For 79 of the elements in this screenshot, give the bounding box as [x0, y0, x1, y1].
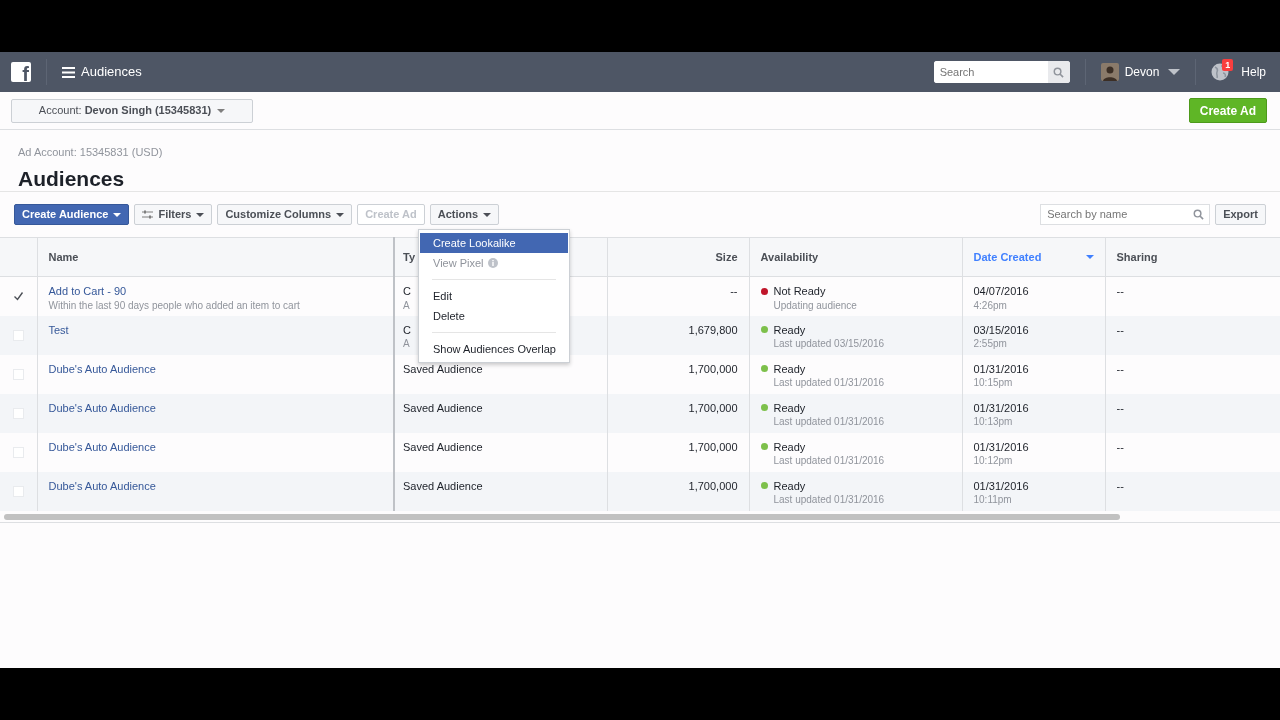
- menu-icon[interactable]: [62, 66, 75, 78]
- row-checkbox[interactable]: [12, 291, 24, 302]
- audience-size: 1,700,000: [688, 440, 738, 453]
- column-header[interactable]: Date Created: [962, 237, 1105, 277]
- audience-size: 1,700,000: [688, 479, 738, 492]
- status-detail: Updating audience: [772, 299, 858, 312]
- status-detail: Last updated 01/31/2016: [772, 416, 886, 428]
- status-label: Ready: [773, 362, 806, 376]
- menu-item[interactable]: Create Lookalike: [420, 233, 568, 253]
- time-created: 10:15pm: [973, 377, 1014, 389]
- status-detail: Last updated 01/31/2016: [772, 377, 886, 389]
- menu-item[interactable]: Delete: [420, 306, 568, 326]
- column-header[interactable]: Name: [37, 237, 394, 277]
- audience-type: Saved Audience: [403, 440, 483, 454]
- audience-type: C: [403, 323, 411, 337]
- date-created: 01/31/2016: [973, 440, 1030, 454]
- audience-description: Within the last 90 days people who added an item to cart: [48, 299, 301, 312]
- type-detail: A: [403, 299, 410, 312]
- sharing-status: --: [1116, 479, 1124, 492]
- audience-type: Saved Audience: [403, 401, 483, 415]
- sliders-icon: [142, 210, 154, 219]
- status-detail: Last updated 01/31/2016: [772, 455, 886, 467]
- page-heading: Audiences: [18, 165, 126, 191]
- time-created: 10:12pm: [973, 455, 1014, 467]
- scrollbar[interactable]: [4, 513, 1120, 520]
- date-created: 03/15/2016: [973, 323, 1030, 337]
- column-header[interactable]: Sharing: [1105, 237, 1280, 277]
- audience-name-link[interactable]: Dube's Auto Audience: [48, 362, 382, 376]
- toolbar-button[interactable]: Customize Columns: [217, 204, 353, 225]
- time-created: 10:11pm: [973, 494, 1013, 506]
- audience-size: 1,700,000: [688, 401, 738, 414]
- sharing-status: --: [1116, 401, 1124, 414]
- status-label: Ready: [773, 440, 806, 454]
- time-created: 4:26pm: [973, 299, 1008, 312]
- account-subtitle: Ad Account: 15345831 (USD): [18, 145, 164, 160]
- audience-size: --: [730, 285, 738, 297]
- type-detail: A: [403, 338, 410, 350]
- search-box[interactable]: Search: [933, 61, 1070, 83]
- sharing-status: --: [1116, 440, 1124, 453]
- audience-type: Saved Audience: [403, 479, 483, 493]
- date-created: 04/07/2016: [973, 285, 1030, 298]
- menu-item[interactable]: Show Audiences Overlap: [420, 339, 568, 359]
- time-created: 2:55pm: [973, 338, 1008, 350]
- date-created: 01/31/2016: [973, 401, 1030, 415]
- audience-size: 1,679,800: [688, 323, 738, 336]
- avatar-icon: [1100, 63, 1119, 81]
- logo[interactable]: f: [11, 62, 31, 82]
- status-detail: Last updated 03/15/2016: [772, 338, 886, 350]
- notification-badge: 1: [1222, 58, 1234, 71]
- help-link[interactable]: Help: [1241, 63, 1266, 81]
- time-created: 10:13pm: [973, 416, 1014, 428]
- status-label: Not Ready: [773, 285, 826, 298]
- search-box[interactable]: Search by name: [1040, 204, 1211, 225]
- audience-type: Saved Audience: [403, 362, 483, 376]
- audience-size: 1,700,000: [688, 362, 738, 375]
- sharing-status: --: [1116, 362, 1124, 375]
- page-title[interactable]: Audiences: [81, 62, 142, 82]
- column-header[interactable]: Availability: [749, 237, 962, 277]
- status-label: Ready: [773, 323, 806, 337]
- menu-item[interactable]: Edit: [420, 286, 568, 306]
- search-icon: [1053, 66, 1065, 78]
- status-label: Ready: [773, 479, 806, 493]
- toolbar-button[interactable]: Actions: [429, 204, 500, 225]
- search-icon: [1192, 209, 1204, 220]
- status-detail: Last updated 01/31/2016: [772, 494, 886, 506]
- date-created: 01/31/2016: [973, 362, 1030, 376]
- export-button[interactable]: Export: [1215, 204, 1266, 225]
- audience-type: C: [403, 285, 411, 298]
- sharing-status: --: [1116, 285, 1124, 297]
- sharing-status: --: [1116, 323, 1124, 336]
- column-header[interactable]: Size: [607, 237, 749, 277]
- audience-name-link[interactable]: Dube's Auto Audience: [48, 440, 382, 454]
- account-selector[interactable]: Account: Devon Singh (15345831): [11, 98, 253, 123]
- date-created: 01/31/2016: [973, 479, 1030, 493]
- toolbar-button[interactable]: Create Audience: [14, 204, 130, 225]
- toolbar-button[interactable]: Filters: [134, 204, 213, 225]
- audience-name-link[interactable]: Add to Cart - 90: [48, 285, 382, 298]
- status-label: Ready: [773, 401, 806, 415]
- user-menu[interactable]: Devon: [1100, 63, 1181, 81]
